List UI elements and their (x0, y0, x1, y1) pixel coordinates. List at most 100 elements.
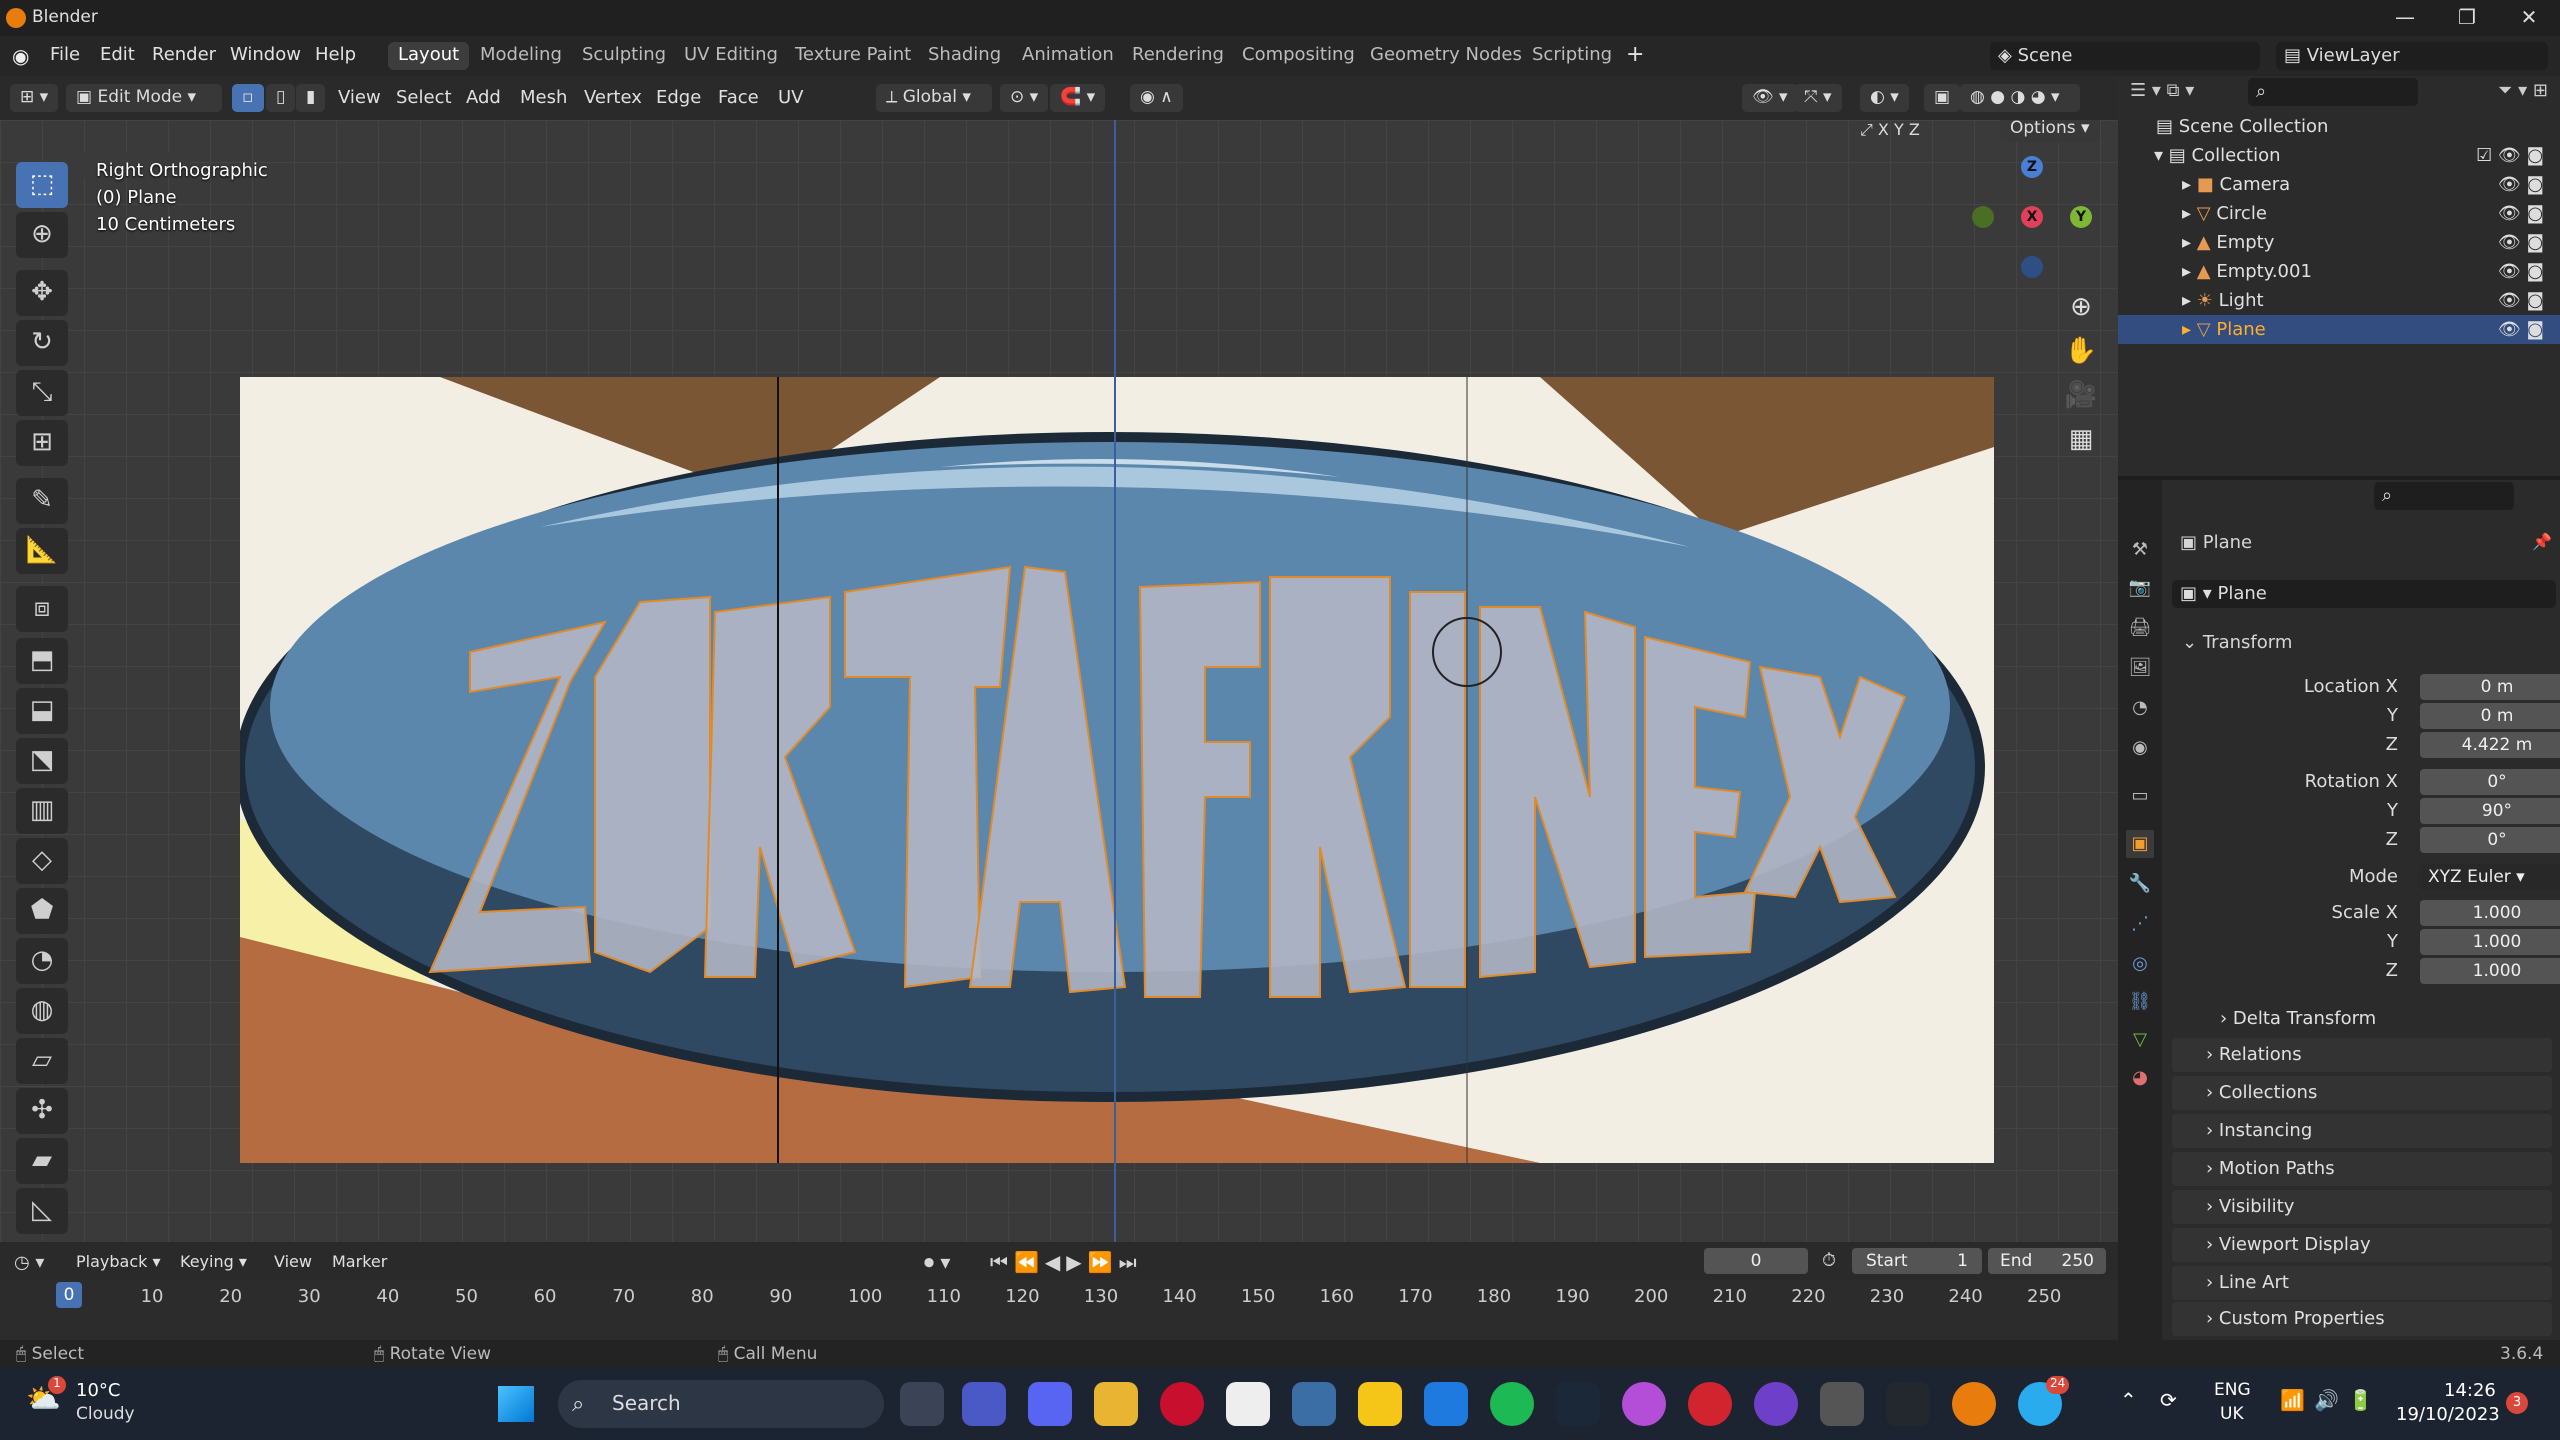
outliner-item-plane[interactable]: ▸ ▽ Plane 👁 ◙ (2118, 315, 2560, 344)
material-tab-icon[interactable]: ◕ (2126, 1064, 2154, 1092)
tray-chevron-icon[interactable]: ⌃ (2120, 1388, 2137, 1412)
move-tool-icon[interactable]: ✥ (16, 270, 68, 316)
mode-dropdown[interactable]: ▣ Edit Mode ▾ (66, 84, 222, 112)
rotation-y-field[interactable]: 90° (2420, 798, 2560, 824)
collections-panel[interactable]: › Collections (2172, 1076, 2552, 1110)
shrink-fatten-tool-icon[interactable]: ✣ (16, 1088, 68, 1134)
extrude-tool-icon[interactable]: ⬒ (16, 638, 68, 684)
outliner-item-circle[interactable]: ▸ ▽ Circle 👁 ◙ (2118, 199, 2560, 228)
rotation-z-field[interactable]: 0° (2420, 827, 2560, 853)
editor-type-button[interactable]: ⊞ ▾ (10, 84, 59, 112)
transform-panel-header[interactable]: ⌄ Transform (2182, 632, 2292, 653)
options-dropdown[interactable]: Options ▾ (2000, 120, 2100, 142)
maximize-button[interactable]: ❐ (2436, 0, 2498, 36)
vertex-select-button[interactable]: ▫ (232, 84, 264, 112)
end-frame-field[interactable]: End 250 (1988, 1248, 2106, 1274)
menu-help[interactable]: Help (315, 44, 356, 65)
mirror-axes[interactable]: ⤢ X Y Z (1860, 120, 1960, 146)
tab-layout[interactable]: Layout (388, 42, 470, 70)
playback-controls-icon[interactable]: ⏮⏪◀▶⏩⏭ (990, 1250, 1143, 1274)
custom-properties-panel[interactable]: › Custom Properties (2172, 1302, 2552, 1336)
menu-edge[interactable]: Edge (656, 87, 701, 108)
scale-y-field[interactable]: 1.000 (2420, 929, 2560, 955)
camera-view-icon[interactable]: 🎥 (2060, 374, 2102, 416)
orientation-dropdown[interactable]: ⟂ Global ▾ (876, 84, 992, 112)
spotify-icon[interactable] (1490, 1382, 1534, 1426)
volume-icon[interactable]: 🔊 (2314, 1388, 2339, 1412)
menu-edit[interactable]: Edit (100, 44, 135, 65)
language-primary[interactable]: ENG (2214, 1380, 2251, 1400)
axis-x-toggle[interactable]: X (1878, 120, 1889, 139)
taskbar-search[interactable]: Search (558, 1380, 884, 1428)
outliner-scene-collection[interactable]: ▤ Scene Collection (2118, 112, 2560, 141)
proportional-edit-button[interactable]: ◉ ∧ (1130, 84, 1183, 112)
face-select-button[interactable]: ▮ (296, 84, 326, 112)
overlays-button[interactable]: ◐ ▾ (1860, 84, 1909, 112)
gizmo-z-icon[interactable]: Z (2021, 156, 2043, 178)
snap-button[interactable]: 🧲 ▾ (1050, 84, 1106, 112)
relations-panel[interactable]: › Relations (2172, 1038, 2552, 1072)
opera-icon[interactable] (1160, 1382, 1204, 1426)
tab-geometry-nodes[interactable]: Geometry Nodes (1360, 42, 1532, 70)
annotate-tool-icon[interactable]: ✎ (16, 478, 68, 524)
outliner-editor-icon[interactable]: ☰ ▾ ⧉ ▾ (2130, 80, 2194, 101)
location-y-field[interactable]: 0 m (2420, 703, 2560, 729)
github-icon[interactable] (1754, 1382, 1798, 1426)
data-tab-icon[interactable]: ▽ (2126, 1026, 2154, 1054)
app-icon[interactable] (1292, 1382, 1336, 1426)
instancing-panel[interactable]: › Instancing (2172, 1114, 2552, 1148)
scale-tool-icon[interactable]: ⤡ (16, 370, 68, 416)
edge-slide-tool-icon[interactable]: ▱ (16, 1038, 68, 1084)
cursor-tool-icon[interactable]: ⊕ (16, 212, 68, 258)
tab-scripting[interactable]: Scripting (1522, 42, 1622, 70)
menu-timeline-view[interactable]: View (274, 1252, 312, 1271)
navigation-gizmo[interactable]: Z X Y (1966, 156, 2096, 286)
minimize-button[interactable]: — (2374, 0, 2436, 36)
menu-window[interactable]: Window (230, 44, 301, 65)
pan-hand-icon[interactable]: ✋ (2060, 330, 2102, 372)
pin-icon[interactable]: 📌 (2532, 532, 2552, 551)
outliner-collection[interactable]: ▾ ▤ Collection ☑ 👁 ◙ (2118, 141, 2560, 170)
gizmo-neg-z-icon[interactable] (2021, 256, 2043, 278)
rotate-tool-icon[interactable]: ↻ (16, 320, 68, 366)
language-secondary[interactable]: UK (2220, 1404, 2244, 1424)
tool-tab-icon[interactable]: ⚒ (2126, 536, 2154, 564)
tab-modeling[interactable]: Modeling (470, 42, 572, 70)
file-explorer-icon[interactable] (1094, 1382, 1138, 1426)
world-tab-icon[interactable]: ◉ (2126, 734, 2154, 762)
tab-animation[interactable]: Animation (1012, 42, 1124, 70)
outliner-item-camera[interactable]: ▸ ■ Camera 👁 ◙ (2118, 170, 2560, 199)
menu-keying[interactable]: Keying ▾ (180, 1252, 247, 1271)
3d-viewport[interactable]: Right Orthographic (0) Plane 10 Centimet… (0, 120, 2118, 1242)
inset-tool-icon[interactable]: ⬓ (16, 688, 68, 734)
gizmo-button[interactable]: ⤧ ▾ (1794, 84, 1842, 112)
location-x-field[interactable]: 0 m (2420, 674, 2560, 700)
viewport-display-panel[interactable]: › Viewport Display (2172, 1228, 2552, 1262)
poly-build-tool-icon[interactable]: ⬟ (16, 888, 68, 934)
menu-marker[interactable]: Marker (332, 1252, 387, 1271)
gizmo-x-icon[interactable]: X (2021, 206, 2043, 228)
shading-mode-buttons[interactable]: ◍ ● ◑ ◕ ▾ (1960, 84, 2080, 112)
tab-compositing[interactable]: Compositing (1232, 42, 1365, 70)
playhead[interactable]: 0 (56, 1282, 82, 1308)
visual-studio-icon[interactable] (1886, 1382, 1930, 1426)
unity-icon[interactable] (1820, 1382, 1864, 1426)
close-button[interactable]: ✕ (2498, 0, 2560, 36)
knife-tool-icon[interactable]: ◇ (16, 838, 68, 884)
spin-tool-icon[interactable]: ◔ (16, 938, 68, 984)
game-icon[interactable] (1688, 1382, 1732, 1426)
menu-uv[interactable]: UV (778, 87, 804, 108)
object-tab-icon[interactable]: ▣ (2126, 830, 2154, 858)
filter-icon[interactable]: ⏷ ▾ ⊞ (2498, 80, 2548, 101)
gizmo-y-icon[interactable]: Y (2070, 206, 2092, 228)
collection-tab-icon[interactable]: ▭ (2126, 782, 2154, 810)
motion-paths-panel[interactable]: › Motion Paths (2172, 1152, 2552, 1186)
sync-icon[interactable]: ⟳ (2160, 1388, 2177, 1412)
visibility-panel[interactable]: › Visibility (2172, 1190, 2552, 1224)
minecraft-icon[interactable] (1226, 1382, 1270, 1426)
menu-playback[interactable]: Playback ▾ (76, 1252, 161, 1271)
menu-render[interactable]: Render (152, 44, 216, 65)
visibility-button[interactable]: 👁 ▾ (1742, 84, 1798, 112)
notes-icon[interactable] (1358, 1382, 1402, 1426)
scale-x-field[interactable]: 1.000 (2420, 900, 2560, 926)
